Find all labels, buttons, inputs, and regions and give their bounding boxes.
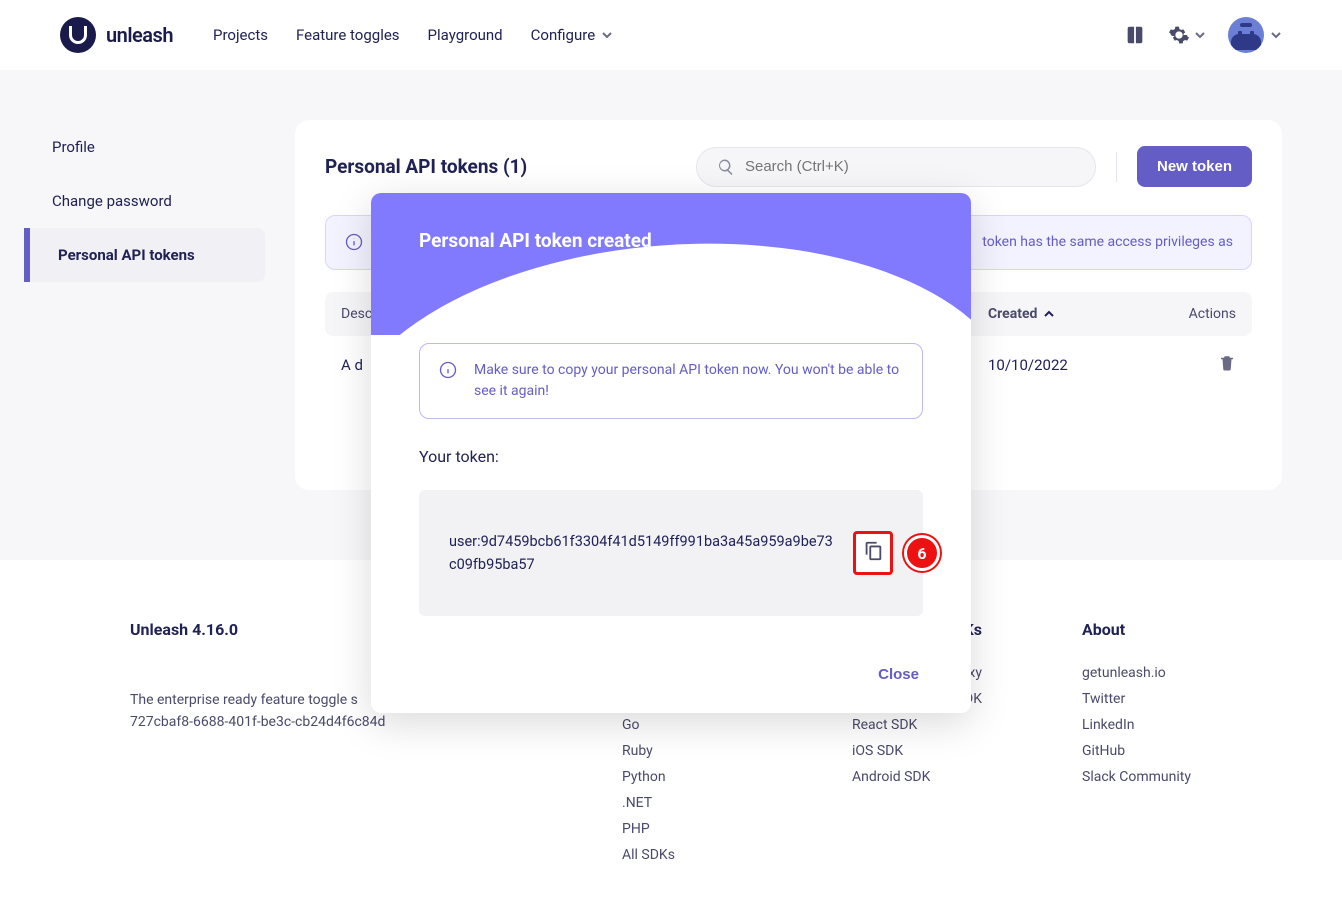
your-token-label: Your token: — [419, 447, 923, 466]
modal-info-banner: Make sure to copy your personal API toke… — [419, 343, 923, 419]
token-value: user:9d7459bcb61f3304f41d5149ff991ba3a45… — [449, 530, 833, 576]
close-button[interactable]: Close — [866, 658, 931, 691]
modal-header: Personal API token created — [371, 193, 971, 335]
modal-footer: Close — [371, 642, 971, 713]
token-box: user:9d7459bcb61f3304f41d5149ff991ba3a45… — [419, 490, 923, 616]
modal-title: Personal API token created — [371, 193, 971, 252]
copy-token-button[interactable]: 6 — [853, 531, 893, 575]
info-icon — [438, 360, 458, 380]
modal-body: Make sure to copy your personal API toke… — [371, 335, 971, 642]
modal-overlay[interactable]: Personal API token created Make sure to … — [0, 0, 1342, 871]
copy-icon — [862, 540, 884, 562]
step-badge: 6 — [904, 535, 940, 571]
token-created-modal: Personal API token created Make sure to … — [371, 193, 971, 713]
modal-info-text: Make sure to copy your personal API toke… — [474, 360, 904, 402]
